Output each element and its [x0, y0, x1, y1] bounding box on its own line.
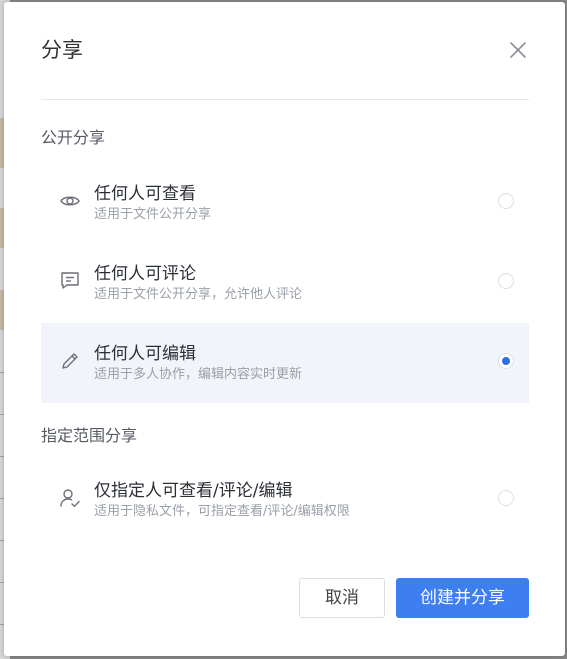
share-dialog: 分享 公开分享 任何人可查看 适用于文件公开分享 任何人可评论 适用于文件公开分…: [4, 2, 565, 656]
option-anyone-view[interactable]: 任何人可查看 适用于文件公开分享: [41, 163, 529, 243]
dialog-title: 分享: [41, 38, 83, 62]
option-radio[interactable]: [498, 490, 514, 506]
radio-dot: [502, 357, 510, 365]
close-button[interactable]: [504, 36, 532, 64]
option-specific-people[interactable]: 仅指定人可查看/评论/编辑 适用于隐私文件，可指定查看/评论/编辑权限: [41, 460, 529, 540]
option-title: 任何人可编辑: [94, 344, 196, 364]
option-description: 适用于隐私文件，可指定查看/评论/编辑权限: [94, 504, 350, 519]
option-description: 适用于文件公开分享: [94, 207, 212, 222]
close-icon: [510, 42, 526, 58]
option-radio-checked[interactable]: [498, 353, 514, 369]
option-title: 任何人可评论: [94, 264, 196, 284]
comment-icon: [59, 270, 81, 292]
eye-icon: [59, 190, 81, 212]
section-label-scoped: 指定范围分享: [41, 426, 138, 445]
option-title: 任何人可查看: [94, 184, 196, 204]
option-description: 适用于文件公开分享，允许他人评论: [94, 287, 303, 302]
option-radio[interactable]: [498, 193, 514, 209]
create-and-share-button[interactable]: 创建并分享: [396, 578, 529, 618]
section-label-public: 公开分享: [41, 128, 106, 147]
pencil-icon: [59, 350, 81, 372]
option-title: 仅指定人可查看/评论/编辑: [94, 481, 293, 501]
header-divider: [41, 99, 529, 100]
option-radio[interactable]: [498, 273, 514, 289]
cancel-button[interactable]: 取消: [299, 578, 385, 618]
option-description: 适用于多人协作，编辑内容实时更新: [94, 367, 303, 382]
option-anyone-comment[interactable]: 任何人可评论 适用于文件公开分享，允许他人评论: [41, 243, 529, 323]
user-check-icon: [59, 487, 81, 509]
option-anyone-edit[interactable]: 任何人可编辑 适用于多人协作，编辑内容实时更新: [41, 323, 529, 403]
